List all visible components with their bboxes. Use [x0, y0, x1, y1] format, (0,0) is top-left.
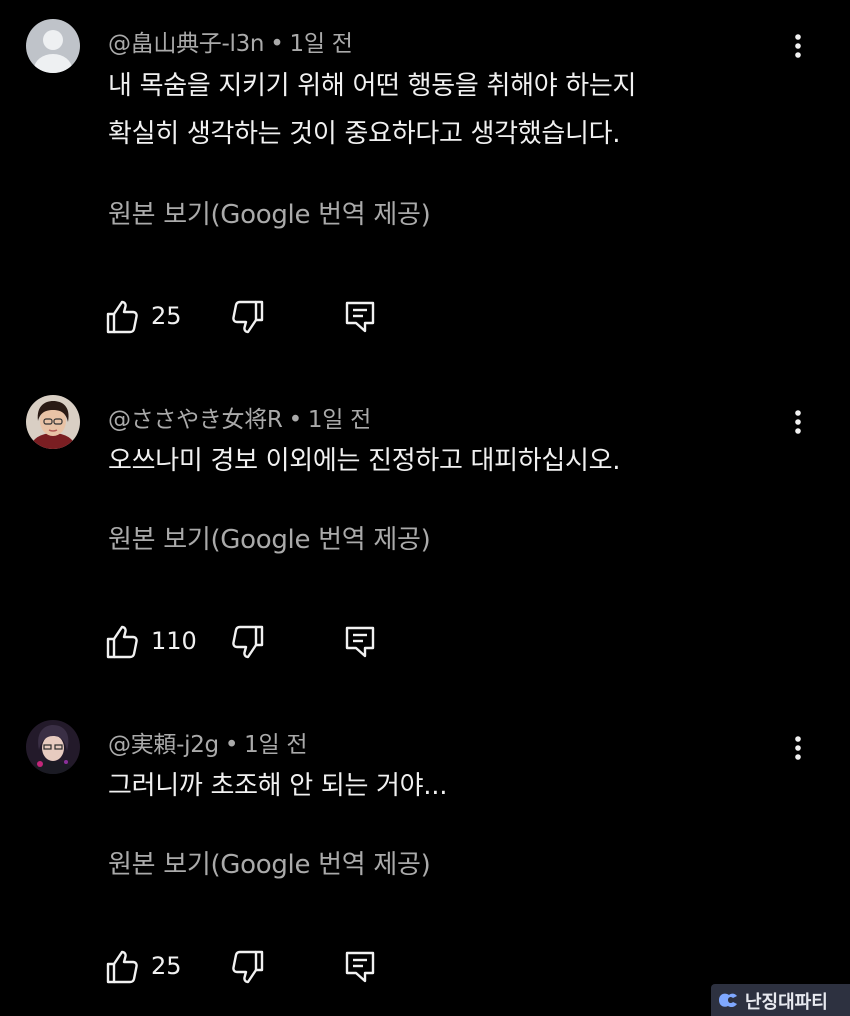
dislike-button[interactable]	[230, 297, 266, 337]
dislike-button[interactable]	[230, 622, 266, 662]
reply-icon	[345, 951, 375, 983]
comment-text: 내 목숨을 지키기 위해 어떤 행동을 취해야 하는지 확실히 생각하는 것이 …	[108, 62, 636, 158]
like-count: 25	[151, 302, 182, 330]
comment-time[interactable]: 1일 전	[289, 31, 352, 57]
like-button[interactable]: 25	[104, 297, 194, 337]
like-button[interactable]: 25	[104, 947, 194, 987]
comment-text-line: 내 목숨을 지키기 위해 어떤 행동을 취해야 하는지	[108, 71, 637, 101]
comment-author[interactable]: @畠山典子-l3n	[108, 31, 265, 57]
avatar[interactable]	[26, 19, 80, 73]
thumbs-down-icon	[232, 300, 264, 334]
watermark-badge: 난징대파티	[711, 984, 850, 1016]
like-count: 110	[151, 627, 197, 655]
user-photo-icon	[26, 720, 80, 774]
comment-text-line: 오쓰나미 경보 이외에는 진정하고 대피하십시오.	[108, 446, 621, 476]
comment-author[interactable]: @ささやき女将R	[108, 407, 283, 433]
more-options-button[interactable]	[784, 402, 812, 442]
more-options-button[interactable]	[784, 728, 812, 768]
thumbs-down-icon	[232, 950, 264, 984]
thumbs-up-icon	[106, 625, 138, 659]
see-original-link[interactable]: 원본 보기(Google 번역 제공)	[108, 519, 431, 556]
comment-meta: @畠山典子-l3n • 1일 전	[108, 24, 353, 58]
dislike-button[interactable]	[230, 947, 266, 987]
thumbs-up-icon	[106, 300, 138, 334]
comment-text-line: 확실히 생각하는 것이 중요하다고 생각했습니다.	[108, 119, 621, 149]
reply-icon	[345, 626, 375, 658]
site-logo-icon	[719, 993, 737, 1008]
like-button[interactable]: 110	[104, 622, 204, 662]
reply-button[interactable]	[342, 622, 378, 662]
reply-icon	[345, 301, 375, 333]
thumbs-up-icon	[106, 950, 138, 984]
more-options-button[interactable]	[784, 26, 812, 66]
like-count: 25	[151, 952, 182, 980]
meta-separator: •	[288, 407, 303, 433]
avatar[interactable]	[26, 395, 80, 449]
comment-time[interactable]: 1일 전	[308, 407, 371, 433]
reply-button[interactable]	[342, 297, 378, 337]
meta-separator: •	[224, 732, 239, 758]
default-avatar-icon	[26, 19, 80, 73]
comment-text-line: 그러니까 초조해 안 되는 거야...	[108, 771, 448, 801]
thumbs-down-icon	[232, 625, 264, 659]
more-vert-icon	[795, 34, 801, 58]
comment-meta: @ささやき女将R • 1일 전	[108, 400, 371, 434]
watermark-text: 난징대파티	[745, 992, 828, 1013]
comment-item: @ささやき女将R • 1일 전 오쓰나미 경보 이외에는 진정하고 대피하십시오. …	[0, 340, 850, 670]
comment-meta: @実頼-j2g • 1일 전	[108, 725, 307, 759]
more-vert-icon	[795, 410, 801, 434]
comment-item: @実頼-j2g • 1일 전 그러니까 초조해 안 되는 거야... 원본 보기(G…	[0, 670, 850, 1016]
avatar[interactable]	[26, 720, 80, 774]
comment-item: @畠山典子-l3n • 1일 전 내 목숨을 지키기 위해 어떤 행동을 취해야 하…	[0, 0, 850, 340]
comment-text: 그러니까 초조해 안 되는 거야...	[108, 762, 448, 810]
see-original-link[interactable]: 원본 보기(Google 번역 제공)	[108, 844, 431, 881]
meta-separator: •	[270, 31, 284, 57]
comment-time[interactable]: 1일 전	[244, 732, 307, 758]
comment-author[interactable]: @実頼-j2g	[108, 732, 219, 758]
see-original-link[interactable]: 원본 보기(Google 번역 제공)	[108, 194, 431, 231]
more-vert-icon	[795, 736, 801, 760]
user-photo-icon	[26, 395, 80, 449]
comment-text: 오쓰나미 경보 이외에는 진정하고 대피하십시오.	[108, 437, 621, 485]
reply-button[interactable]	[342, 947, 378, 987]
